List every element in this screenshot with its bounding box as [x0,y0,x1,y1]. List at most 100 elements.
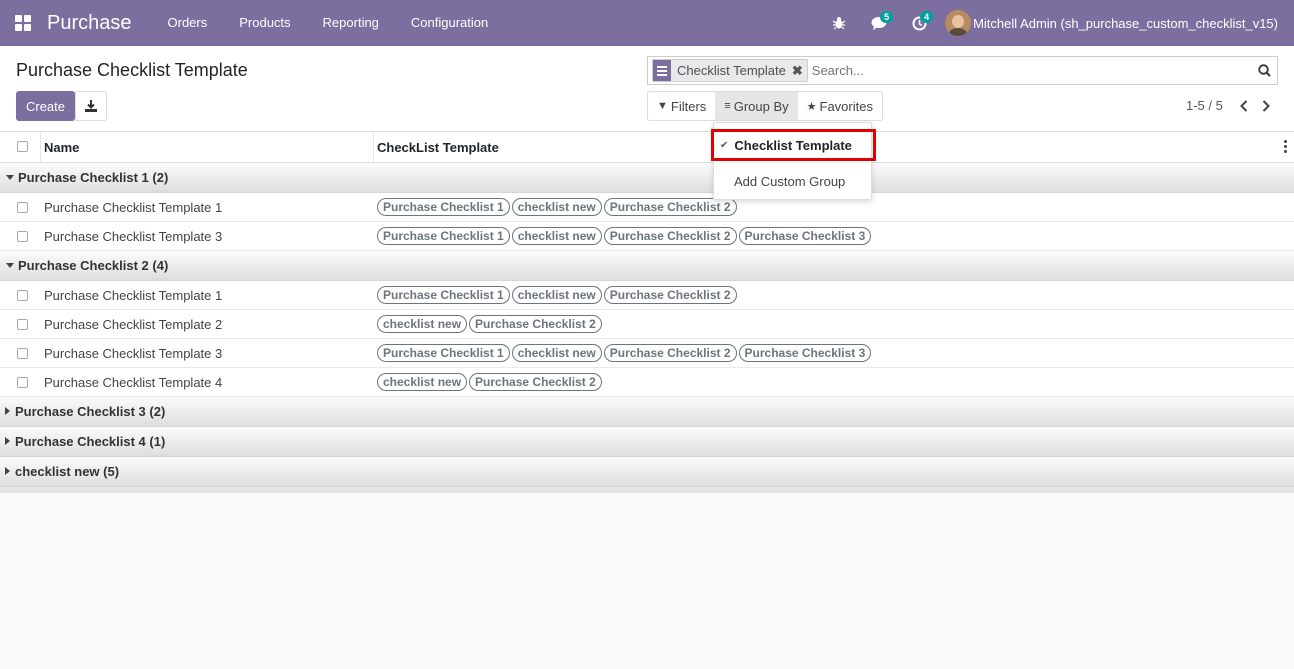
checklist-tag: Purchase Checklist 2 [603,286,737,304]
user-avatar [945,10,972,36]
download-button[interactable] [75,91,107,121]
group-row[interactable]: Purchase Checklist 4 (1) [0,427,1294,457]
caret-right-icon [5,437,10,445]
group-row[interactable]: Purchase Checklist 2 (4) [0,251,1294,281]
facet-close-icon[interactable]: ✖ [792,63,803,79]
checklist-tag: Purchase Checklist 1 [377,286,510,304]
menu-orders[interactable]: Orders [152,0,224,46]
row-name: Purchase Checklist Template 1 [44,199,223,215]
group-by-facet-icon [653,60,671,81]
checklist-tag: checklist new [511,286,602,304]
page-title: Purchase Checklist Template [16,60,248,80]
app-brand[interactable]: Purchase [47,12,132,35]
group-row[interactable]: Purchase Checklist 1 (2) [0,163,1294,193]
group-row[interactable]: checklist new (5) [0,457,1294,487]
checklist-tag: checklist new [511,198,602,216]
row-checkbox[interactable] [17,202,28,213]
check-icon: ✔ [720,139,729,151]
table-row[interactable]: Purchase Checklist Template 4 checklist n… [0,368,1294,397]
row-tags: Purchase Checklist 1 checklist new Purchas… [377,227,872,245]
checklist-tag: Purchase Checklist 2 [469,315,602,333]
group-label: checklist new (5) [15,464,120,479]
bars-icon: ≡ [724,100,731,112]
group-label: Purchase Checklist 3 (2) [15,404,166,419]
pager-next-icon[interactable] [1256,96,1276,116]
list-table: Name CheckList Template Purchase Checkli… [0,132,1294,493]
table-row[interactable]: Purchase Checklist Template 1 Purchase Ch… [0,281,1294,310]
search-input[interactable] [807,63,1251,78]
checklist-tag: checklist new [377,373,468,391]
main-menu: Orders Products Reporting Configuration [152,0,505,46]
menu-configuration[interactable]: Configuration [395,0,504,46]
group-row[interactable]: Purchase Checklist 3 (2) [0,397,1294,427]
row-tags: checklist new Purchase Checklist 2 [377,373,602,391]
optional-columns-icon[interactable] [1284,140,1287,153]
row-checkbox[interactable] [17,377,28,388]
table-body: Purchase Checklist 1 (2) Purchase Checkli… [0,163,1294,487]
activities-clock-icon[interactable]: 4 [899,0,939,46]
menu-products[interactable]: Products [223,0,306,46]
caret-down-icon [6,263,14,268]
pager-value[interactable]: 1-5 / 5 [1186,98,1223,113]
search-icon[interactable] [1251,64,1277,77]
row-tags: Purchase Checklist 1 checklist new Purchas… [377,344,872,362]
group-by-option-checklist-template[interactable]: ✔ Checklist Template [711,129,876,161]
group-by-label: Group By [733,98,789,114]
facet-label: Checklist Template [677,63,786,78]
favorites-label: Favorites [819,98,873,114]
table-footer [0,487,1294,493]
table-row[interactable]: Purchase Checklist Template 3 Purchase Ch… [0,222,1294,251]
row-name: Purchase Checklist Template 4 [44,374,223,390]
apps-menu-icon[interactable] [0,0,46,46]
checklist-tag: Purchase Checklist 2 [603,344,737,362]
row-tags: Purchase Checklist 1 checklist new Purchas… [377,198,737,216]
menu-reporting[interactable]: Reporting [307,0,395,46]
row-tags: checklist new Purchase Checklist 2 [377,315,602,333]
row-checkbox[interactable] [17,348,28,359]
select-all-checkbox[interactable] [17,141,28,152]
star-icon: ★ [806,100,817,113]
row-checkbox[interactable] [17,319,28,330]
pager-previous-icon[interactable] [1234,96,1254,116]
column-header-template[interactable]: CheckList Template [377,140,499,155]
messages-badge: 5 [880,11,894,23]
table-row[interactable]: Purchase Checklist Template 3 Purchase Ch… [0,339,1294,368]
caret-down-icon [6,175,14,180]
column-header-name[interactable]: Name [44,140,79,155]
checklist-tag: checklist new [377,315,468,333]
checklist-tag: Purchase Checklist 3 [738,344,872,362]
caret-right-icon [5,467,10,475]
row-checkbox[interactable] [17,290,28,301]
row-checkbox[interactable] [17,231,28,242]
top-navbar: Purchase Orders Products Reporting Confi… [0,0,1294,46]
messages-icon[interactable]: 5 [859,0,899,46]
table-row[interactable]: Purchase Checklist Template 1 Purchase Ch… [0,193,1294,222]
checklist-tag: Purchase Checklist 1 [377,198,510,216]
search-bar: Checklist Template ✖ [647,56,1278,85]
table-header: Name CheckList Template [0,132,1294,163]
table-row[interactable]: Purchase Checklist Template 2 checklist n… [0,310,1294,339]
checklist-tag: Purchase Checklist 2 [603,227,737,245]
create-button[interactable]: Create [16,91,75,121]
group-by-button[interactable]: ≡ Group By [715,92,798,120]
filters-label: Filters [670,98,707,114]
option-label: Checklist Template [734,137,852,153]
filters-button[interactable]: ▼ Filters [648,92,715,120]
group-label: Purchase Checklist 2 (4) [18,258,169,273]
activities-badge: 4 [920,11,934,23]
user-menu[interactable]: Mitchell Admin (sh_purchase_custom_check… [945,10,1294,36]
favorites-button[interactable]: ★ Favorites [798,92,882,120]
add-custom-group-option[interactable]: Add Custom Group [714,166,873,196]
row-name: Purchase Checklist Template 3 [44,345,223,361]
filter-icon: ▼ [657,100,668,112]
checklist-tag: Purchase Checklist 1 [377,344,510,362]
control-panel: Purchase Checklist Template Create Check… [0,46,1294,132]
row-name: Purchase Checklist Template 1 [44,287,223,303]
checklist-tag: Purchase Checklist 2 [469,373,602,391]
checklist-tag: Purchase Checklist 3 [738,227,872,245]
row-tags: Purchase Checklist 1 checklist new Purchas… [377,286,737,304]
row-name: Purchase Checklist Template 3 [44,228,223,244]
checklist-tag: Purchase Checklist 1 [377,227,510,245]
group-label: Purchase Checklist 1 (2) [18,170,169,185]
debug-bug-icon[interactable] [819,0,859,46]
